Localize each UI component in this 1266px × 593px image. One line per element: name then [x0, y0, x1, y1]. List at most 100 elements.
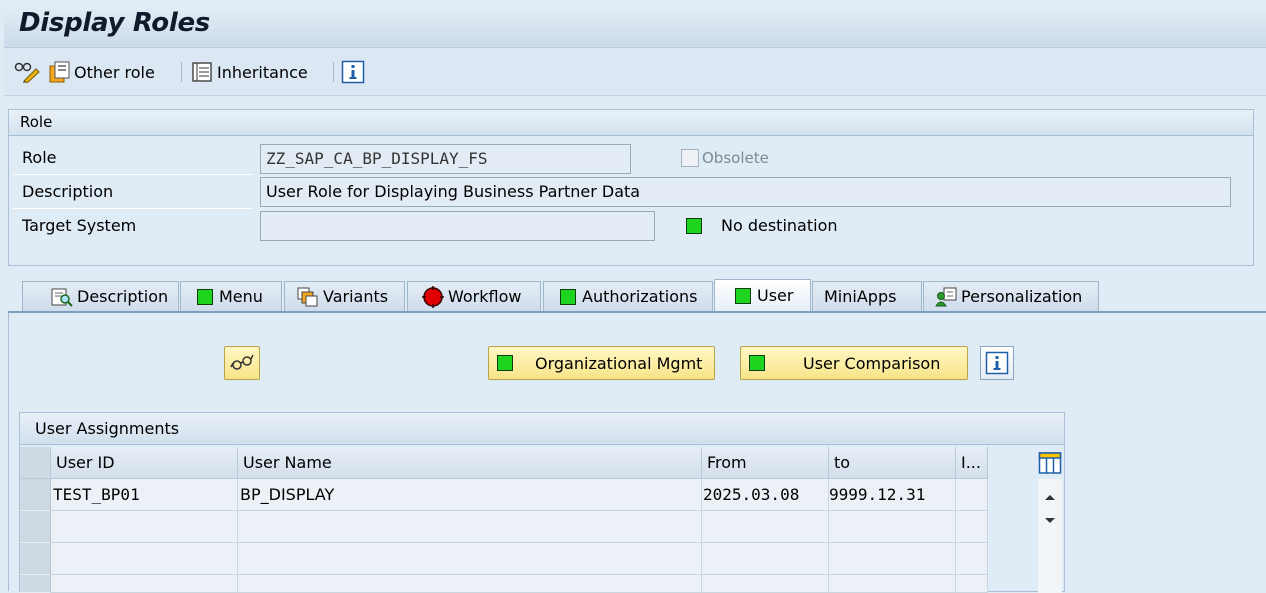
green-status-icon: [735, 287, 751, 304]
cell-from[interactable]: [702, 543, 829, 575]
title-bar: Display Roles: [4, 4, 1266, 48]
tab-miniapps-label: MiniApps: [824, 287, 897, 306]
description-label: Description: [22, 182, 114, 201]
cell-user-name[interactable]: BP_DISPLAY: [238, 479, 702, 511]
info-button[interactable]: [341, 60, 365, 84]
info-icon: [985, 351, 1009, 375]
tab-personalization[interactable]: Personalization: [923, 281, 1099, 311]
table-row[interactable]: [20, 511, 988, 543]
cell-to[interactable]: [829, 543, 956, 575]
cell-to[interactable]: [829, 575, 956, 593]
cell-to[interactable]: 9999.12.31: [829, 479, 956, 511]
user-assignments-table: User Assignments User ID User Name From …: [19, 412, 1065, 593]
tab-personalization-label: Personalization: [961, 287, 1083, 306]
description-icon: [51, 287, 73, 307]
tab-variants-label: Variants: [323, 287, 389, 306]
row-selector[interactable]: [20, 511, 51, 543]
cell-indicator[interactable]: [956, 479, 988, 511]
column-from[interactable]: From: [702, 447, 829, 479]
green-status-icon: [497, 355, 513, 371]
organizational-mgmt-label: Organizational Mgmt: [535, 353, 703, 373]
table-vertical-scrollbar[interactable]: [1038, 479, 1062, 593]
tab-menu[interactable]: Menu: [180, 281, 282, 311]
column-user-name[interactable]: User Name: [238, 447, 702, 479]
role-field[interactable]: ZZ_SAP_CA_BP_DISPLAY_FS: [260, 144, 631, 174]
scroll-up-button[interactable]: [1044, 487, 1056, 505]
cell-from[interactable]: 2025.03.08: [702, 479, 829, 511]
role-label: Role: [22, 148, 57, 167]
green-status-icon: [560, 288, 576, 305]
inheritance-label: Inheritance: [217, 62, 308, 82]
target-system-row: Target System No destination: [9, 210, 1253, 241]
table-row[interactable]: [20, 575, 988, 593]
cell-to[interactable]: [829, 511, 956, 543]
table-row[interactable]: TEST_BP01 BP_DISPLAY 2025.03.08 9999.12.…: [20, 479, 988, 511]
table-header: User ID User Name From to I...: [20, 447, 988, 479]
row-selector[interactable]: [20, 543, 51, 575]
page-title: Display Roles: [19, 8, 210, 38]
cell-user-id[interactable]: [51, 511, 238, 543]
row-selector[interactable]: [20, 479, 51, 511]
role-group: Role Role ZZ_SAP_CA_BP_DISPLAY_FS Obsole…: [8, 109, 1254, 266]
obsolete-label: Obsolete: [702, 149, 769, 167]
destination-status-icon: [686, 218, 702, 234]
divider: [13, 174, 253, 175]
user-comparison-button[interactable]: User Comparison: [740, 346, 968, 380]
tab-authorizations[interactable]: Authorizations: [543, 281, 713, 311]
column-to[interactable]: to: [829, 447, 956, 479]
cell-from[interactable]: [702, 575, 829, 593]
scroll-up-icon: [1045, 495, 1055, 500]
user-assignments-caption: User Assignments: [20, 413, 1064, 445]
table-row[interactable]: [20, 543, 988, 575]
cell-indicator[interactable]: [956, 511, 988, 543]
tab-variants[interactable]: Variants: [284, 281, 405, 311]
variants-icon: [297, 287, 319, 307]
cell-from[interactable]: [702, 511, 829, 543]
description-field[interactable]: User Role for Displaying Business Partne…: [260, 177, 1231, 207]
destination-status-text: No destination: [721, 216, 838, 235]
cell-user-id[interactable]: [51, 543, 238, 575]
green-status-icon: [197, 288, 213, 305]
cell-user-id[interactable]: TEST_BP01: [51, 479, 238, 511]
scroll-down-icon: [1045, 518, 1055, 523]
tab-workflow-label: Workflow: [448, 287, 522, 306]
tab-menu-label: Menu: [219, 287, 263, 306]
cell-indicator[interactable]: [956, 575, 988, 593]
tab-user[interactable]: User: [714, 279, 811, 311]
target-system-field[interactable]: [260, 211, 655, 241]
table-settings-icon: [1038, 452, 1062, 474]
description-row: Description User Role for Displaying Bus…: [9, 176, 1253, 207]
tab-user-label: User: [757, 286, 794, 305]
user-search-button[interactable]: [224, 346, 260, 380]
cell-user-name[interactable]: [238, 543, 702, 575]
organizational-mgmt-button[interactable]: Organizational Mgmt: [488, 346, 715, 380]
tab-workflow[interactable]: Workflow: [407, 281, 541, 311]
tab-description-label: Description: [77, 287, 169, 306]
user-info-button[interactable]: [980, 346, 1014, 380]
tab-description[interactable]: Description: [22, 281, 179, 311]
column-indicator[interactable]: I...: [956, 447, 988, 479]
target-system-label: Target System: [22, 216, 137, 235]
glasses-icon: [230, 354, 254, 370]
row-selector[interactable]: [20, 575, 51, 593]
inheritance-button[interactable]: Inheritance: [191, 60, 308, 84]
green-status-icon: [749, 355, 765, 371]
column-user-id[interactable]: User ID: [51, 447, 238, 479]
user-tab-panel: Organizational Mgmt User Comparison User…: [8, 313, 1266, 593]
scroll-down-button[interactable]: [1044, 511, 1056, 529]
column-settings-button[interactable]: [1038, 451, 1062, 475]
obsolete-checkbox[interactable]: [681, 149, 699, 167]
red-status-icon: [422, 285, 444, 308]
other-role-button[interactable]: Other role: [48, 60, 155, 84]
select-all-cell[interactable]: [20, 447, 51, 479]
cell-user-name[interactable]: [238, 511, 702, 543]
other-role-label: Other role: [74, 62, 155, 82]
display-change-button[interactable]: [14, 60, 40, 84]
role-group-header: Role: [9, 110, 1253, 136]
cell-indicator[interactable]: [956, 543, 988, 575]
cell-user-id[interactable]: [51, 575, 238, 593]
tab-miniapps[interactable]: MiniApps: [812, 281, 922, 311]
cell-user-name[interactable]: [238, 575, 702, 593]
tab-strip: Description Menu Variants Workflow Autho…: [0, 279, 1266, 313]
other-role-icon: [49, 61, 70, 83]
